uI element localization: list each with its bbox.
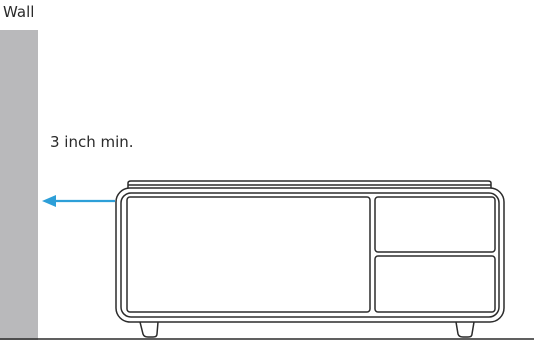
left-door-panel	[126, 196, 371, 313]
left-leg	[139, 321, 159, 338]
cabinet-body-outer	[115, 187, 505, 323]
wall	[0, 30, 38, 340]
upper-drawer	[374, 196, 496, 253]
furniture-unit	[115, 180, 505, 338]
right-leg	[455, 321, 475, 338]
clearance-arrow	[42, 195, 115, 207]
cabinet-body-inner	[120, 192, 500, 318]
lower-drawer	[374, 255, 496, 313]
placement-diagram	[0, 30, 534, 340]
